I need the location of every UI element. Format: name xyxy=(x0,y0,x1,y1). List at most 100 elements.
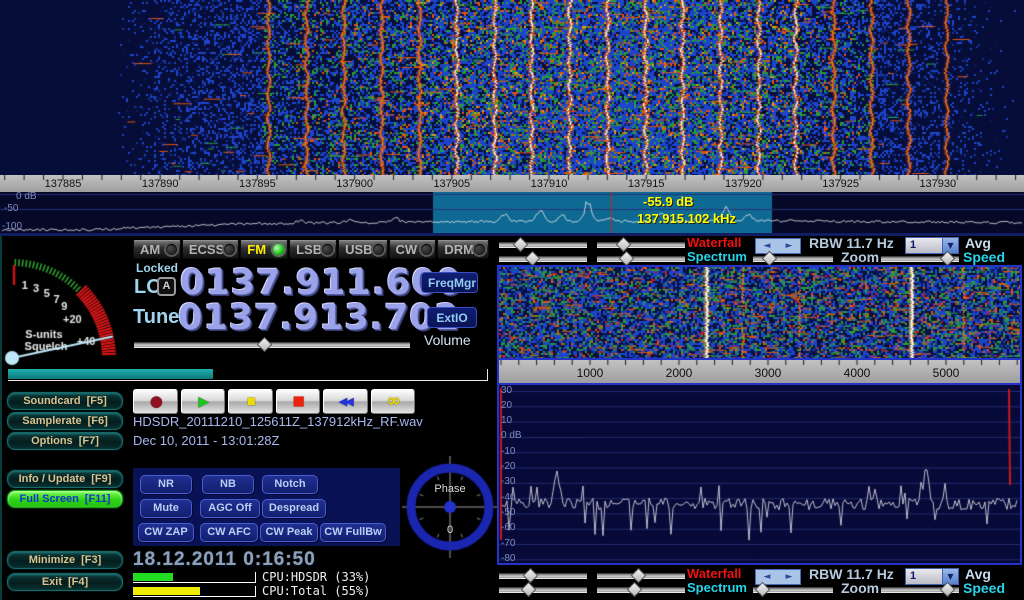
chevron-down-icon[interactable]: ▼ xyxy=(942,569,958,584)
zoom-slider[interactable] xyxy=(753,587,833,593)
mode-label: CW xyxy=(396,242,418,257)
phase-indicator xyxy=(402,456,498,558)
spectrum-brightness-slider[interactable] xyxy=(597,256,685,262)
led-off-icon xyxy=(373,244,384,255)
loop-button[interactable]: ∞ xyxy=(371,389,416,414)
zoom-slider[interactable] xyxy=(753,256,833,262)
mode-button-ecss[interactable]: ECSS xyxy=(182,240,239,259)
rf-frequency-scale[interactable]: 1378851378901378951379001379051379101379… xyxy=(0,175,1024,192)
dsp-button-cw-zap[interactable]: CW ZAP xyxy=(138,523,194,542)
mode-button-fm[interactable]: FM xyxy=(240,240,288,259)
speed-label: Speed xyxy=(963,249,1005,265)
cursor-frequency-readout: 137.915.102 kHz xyxy=(637,211,736,226)
waterfall-label: Waterfall xyxy=(687,566,741,581)
rf-waterfall-display[interactable] xyxy=(0,0,1024,175)
contrast-slider-thumb[interactable] xyxy=(523,568,539,584)
brightness-slider-thumb[interactable] xyxy=(630,568,646,584)
record-button[interactable]: ● xyxy=(133,389,178,414)
s-meter[interactable] xyxy=(1,243,129,367)
dsp-button-despread[interactable]: Despread xyxy=(262,499,326,518)
af-scale-label: 4000 xyxy=(844,366,871,380)
spectrum-contrast-slider-thumb[interactable] xyxy=(525,251,541,267)
af-frequency-scale[interactable]: 10002000300040005000 xyxy=(497,360,1022,383)
sidebar-button-options[interactable]: Options[F7] xyxy=(7,432,123,450)
af-scale-label: 5000 xyxy=(933,366,960,380)
brightness-slider-thumb[interactable] xyxy=(616,237,632,253)
spin-right-icon[interactable]: ► xyxy=(778,239,800,253)
rf-scale-label: 137895 xyxy=(239,178,276,190)
sidebar-button-exit[interactable]: Exit [F4] xyxy=(7,573,123,591)
volume-slider[interactable] xyxy=(134,342,410,348)
chevron-down-icon[interactable]: ▼ xyxy=(942,238,958,253)
freqmgr-button[interactable]: FreqMgr xyxy=(421,272,478,293)
led-on-icon xyxy=(273,244,284,255)
avg-dropdown[interactable]: 1▼ xyxy=(905,568,959,585)
af-db-label: 20 xyxy=(501,400,512,411)
mode-button-lsb[interactable]: LSB xyxy=(289,240,337,259)
sidebar-button-key: [F4] xyxy=(68,576,88,588)
sidebar-button-key: [F11] xyxy=(85,493,111,505)
sidebar-button-minimize[interactable]: Minimize[F3] xyxy=(7,551,123,569)
tune-label: Tune xyxy=(133,306,179,329)
spectrum-contrast-slider-thumb[interactable] xyxy=(520,582,536,598)
cpu-total-label: CPU:Total (55%) xyxy=(262,584,370,598)
dsp-button-notch[interactable]: Notch xyxy=(262,475,318,494)
brightness-slider[interactable] xyxy=(597,573,685,579)
brightness-slider[interactable] xyxy=(597,242,685,248)
af-db-label: -80 xyxy=(501,553,515,564)
sidebar-button-key: [F3] xyxy=(81,554,101,566)
play-button[interactable]: ▶ xyxy=(181,389,226,414)
pause-button[interactable]: ▮▮ xyxy=(228,389,273,414)
mode-button-usb[interactable]: USB xyxy=(338,240,387,259)
spectrum-brightness-slider[interactable] xyxy=(597,587,685,593)
dsp-button-agc-off[interactable]: AGC Off xyxy=(200,499,260,518)
mode-button-drm[interactable]: DRM xyxy=(437,240,489,259)
lo-frequency-display[interactable]: 0137.911.600 xyxy=(180,266,462,301)
dsp-button-mute[interactable]: Mute xyxy=(140,499,192,518)
spin-left-icon[interactable]: ◄ xyxy=(756,239,778,253)
mode-button-cw[interactable]: CW xyxy=(389,240,437,259)
mode-button-am[interactable]: AM xyxy=(133,240,181,259)
signal-level-readout: -55.9 dB xyxy=(643,194,694,209)
play-icon: ▶ xyxy=(198,395,207,409)
spin-left-icon[interactable]: ◄ xyxy=(756,570,778,584)
dsp-button-nb[interactable]: NB xyxy=(202,475,254,494)
dsp-button-cw-afc[interactable]: CW AFC xyxy=(200,523,258,542)
sidebar-button-soundcard[interactable]: Soundcard[F5] xyxy=(7,392,123,410)
af-waterfall-frame xyxy=(497,265,1022,360)
contrast-slider[interactable] xyxy=(499,573,587,579)
rewind-button[interactable]: ◀◀ xyxy=(323,389,368,414)
af-waterfall-display[interactable] xyxy=(499,267,1020,358)
volume-slider-thumb[interactable] xyxy=(257,337,273,353)
spin-right-icon[interactable]: ► xyxy=(778,570,800,584)
dsp-button-cw-fullbw[interactable]: CW FullBw xyxy=(320,523,386,542)
speed-slider[interactable] xyxy=(881,256,959,262)
playback-progress-bar[interactable] xyxy=(8,369,488,381)
auto-lock-badge[interactable]: A xyxy=(157,277,176,296)
contrast-slider[interactable] xyxy=(499,242,587,248)
af-spectrum-display[interactable] xyxy=(499,385,1020,563)
spectrum-brightness-slider-thumb[interactable] xyxy=(618,251,634,267)
sidebar-button-full-screen[interactable]: Full Screen[F11] xyxy=(7,490,123,508)
avg-dropdown[interactable]: 1▼ xyxy=(905,237,959,254)
cpu-hdsdr-fill xyxy=(133,573,173,581)
extio-button[interactable]: ExtIO xyxy=(427,307,477,328)
sidebar-button-label: Exit xyxy=(42,576,62,588)
stop-button[interactable]: ■ xyxy=(276,389,321,414)
mode-label: LSB xyxy=(296,242,322,257)
rewind-icon: ◀◀ xyxy=(339,396,352,407)
led-off-icon xyxy=(474,244,485,255)
sidebar-button-info-update[interactable]: Info / Update[F9] xyxy=(7,470,123,488)
contrast-slider-thumb[interactable] xyxy=(513,237,529,253)
dsp-button-nr[interactable]: NR xyxy=(140,475,192,494)
avg-dropdown-value: 1 xyxy=(906,569,942,584)
spectrum-contrast-slider[interactable] xyxy=(499,256,587,262)
tune-frequency-display[interactable]: 0137.913.702 xyxy=(178,301,460,336)
spectrum-brightness-slider-thumb[interactable] xyxy=(626,582,642,598)
sidebar-button-samplerate[interactable]: Samplerate[F6] xyxy=(7,412,123,430)
rf-spectrum-display[interactable]: 0 dB -50 -100 -55.9 dB 137.915.102 kHz xyxy=(0,192,1024,233)
spectrum-contrast-slider[interactable] xyxy=(499,587,587,593)
led-off-icon xyxy=(322,244,333,255)
speed-slider[interactable] xyxy=(881,587,959,593)
dsp-button-cw-peak[interactable]: CW Peak xyxy=(260,523,318,542)
